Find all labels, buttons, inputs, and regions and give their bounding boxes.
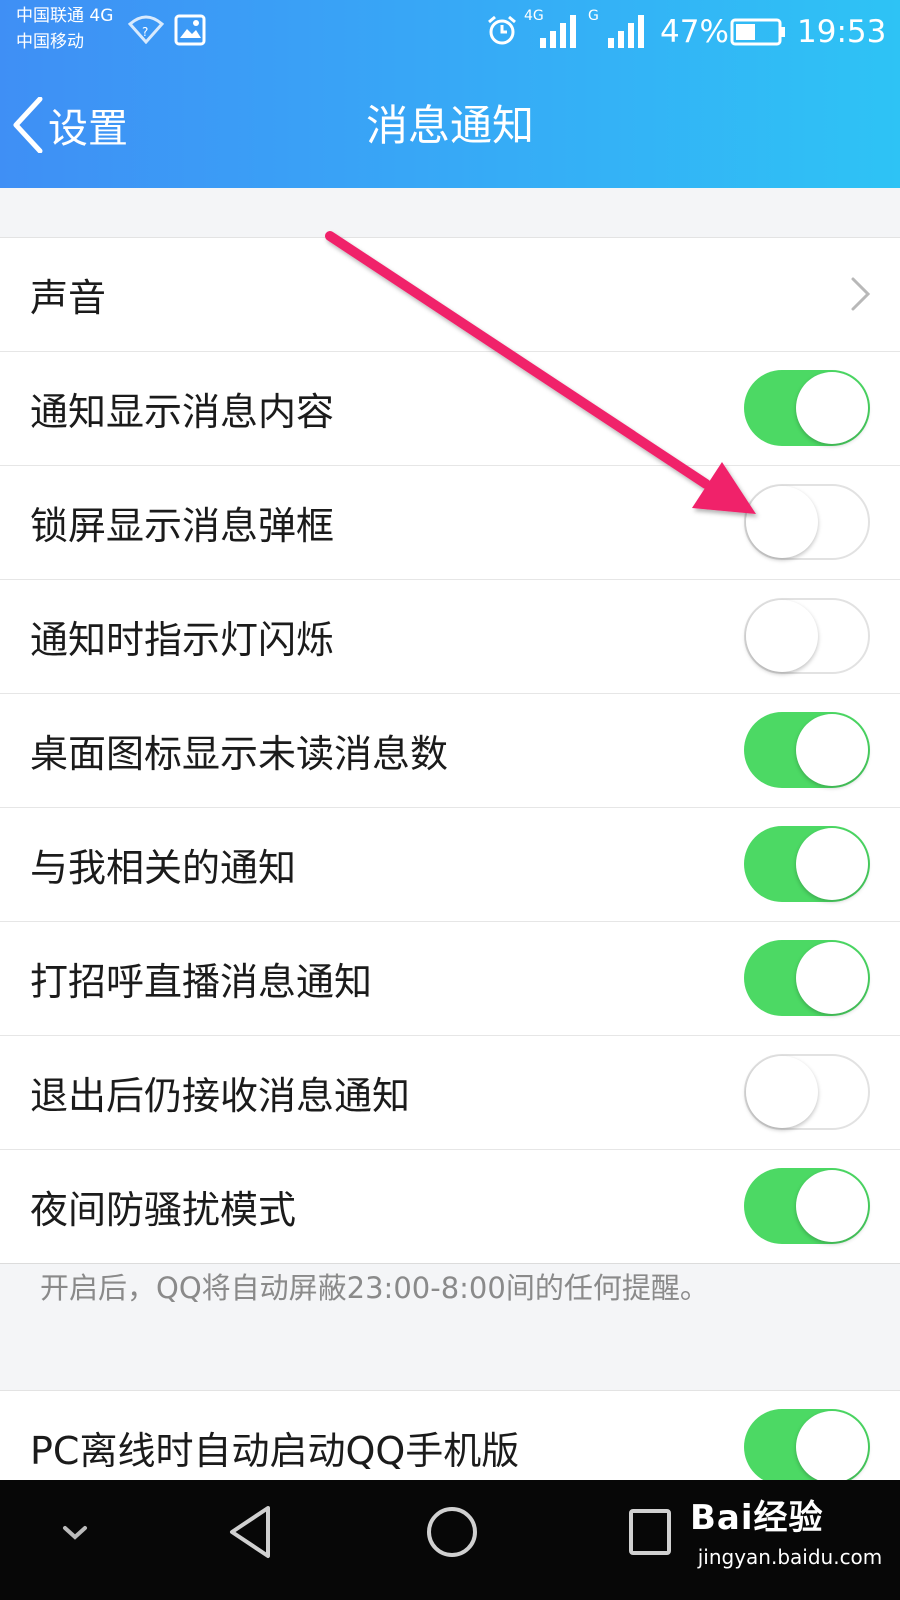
toggle-switch[interactable] [744,1409,870,1481]
toggle-knob [746,486,818,558]
toggle-knob [796,372,868,444]
watermark-url: jingyan.baidu.com [697,1545,883,1569]
setting-row[interactable]: 打招呼直播消息通知 [0,922,900,1036]
back-nav-icon[interactable] [228,1504,272,1560]
toggle-switch[interactable] [744,1054,870,1130]
footnote: 开启后，QQ将自动屏蔽23:00-8:00间的任何提醒。 [40,1271,709,1305]
carrier-2: 中国移动 [16,32,84,52]
toggle-knob [796,828,868,900]
recent-apps-icon[interactable] [628,1508,672,1556]
collapse-chevron-icon[interactable] [62,1524,88,1542]
setting-row[interactable]: 桌面图标显示未读消息数 [0,694,900,808]
home-nav-icon[interactable] [424,1504,480,1560]
setting-label: 退出后仍接收消息通知 [30,1074,411,1118]
setting-label: 锁屏显示消息弹框 [30,504,335,548]
setting-label: 通知时指示灯闪烁 [30,618,335,662]
wifi-icon: ? [128,15,164,44]
watermark-logo: Bai经验 [690,1498,824,1538]
system-nav-bar: Bai经验 jingyan.baidu.com [0,1480,900,1600]
setting-label: 与我相关的通知 [30,846,297,890]
setting-row[interactable]: 声音 [0,238,900,352]
toggle-knob [746,1056,818,1128]
setting-row[interactable]: 夜间防骚扰模式 [0,1150,900,1264]
setting-row[interactable]: PC离线时自动启动QQ手机版 [0,1391,900,1481]
toggle-knob [796,714,868,786]
setting-label: PC离线时自动启动QQ手机版 [30,1429,520,1473]
setting-row[interactable]: 退出后仍接收消息通知 [0,1036,900,1150]
carrier-1: 中国联通 4G [16,6,114,26]
setting-row[interactable]: 通知显示消息内容 [0,352,900,466]
baidu-watermark: Bai经验 jingyan.baidu.com [690,1490,890,1569]
toggle-switch[interactable] [744,598,870,674]
setting-row[interactable]: 锁屏显示消息弹框 [0,466,900,580]
toggle-switch[interactable] [744,484,870,560]
clock: 19:53 [797,14,887,50]
nav-bar: 设置 消息通知 [0,70,900,188]
settings-list-2: PC离线时自动启动QQ手机版 [0,1390,900,1481]
signal-icon-2 [608,15,644,48]
battery-percent: 47% [660,14,729,50]
gallery-icon [174,14,206,46]
chevron-right-icon [851,277,871,311]
battery-icon [730,18,785,46]
toggle-knob [796,942,868,1014]
setting-row[interactable]: 通知时指示灯闪烁 [0,580,900,694]
setting-label: 桌面图标显示未读消息数 [30,732,449,776]
setting-row[interactable]: 与我相关的通知 [0,808,900,922]
svg-text:?: ? [142,25,148,39]
alarm-icon [488,15,516,45]
settings-list: 声音通知显示消息内容 锁屏显示消息弹框 通知时指示灯闪烁桌面图标显示未读消息数 与我相… [0,237,900,1264]
toggle-switch[interactable] [744,1168,870,1244]
toggle-knob [746,600,818,672]
signal-icon [540,15,576,48]
setting-label: 夜间防骚扰模式 [30,1188,297,1232]
toggle-knob [796,1170,868,1242]
toggle-switch[interactable] [744,826,870,902]
app-header: 中国联通 4G 中国移动 ? 4G G 47% 19:53 设置 消息通知 [0,0,900,188]
page-title: 消息通知 [365,101,534,150]
toggle-switch[interactable] [744,370,870,446]
setting-label: 声音 [30,276,107,320]
status-bar: 中国联通 4G 中国移动 ? 4G G 47% 19:53 [0,0,900,64]
toggle-knob [796,1411,868,1481]
setting-label: 打招呼直播消息通知 [30,960,373,1004]
setting-label: 通知显示消息内容 [30,390,335,434]
toggle-switch[interactable] [744,712,870,788]
toggle-switch[interactable] [744,940,870,1016]
